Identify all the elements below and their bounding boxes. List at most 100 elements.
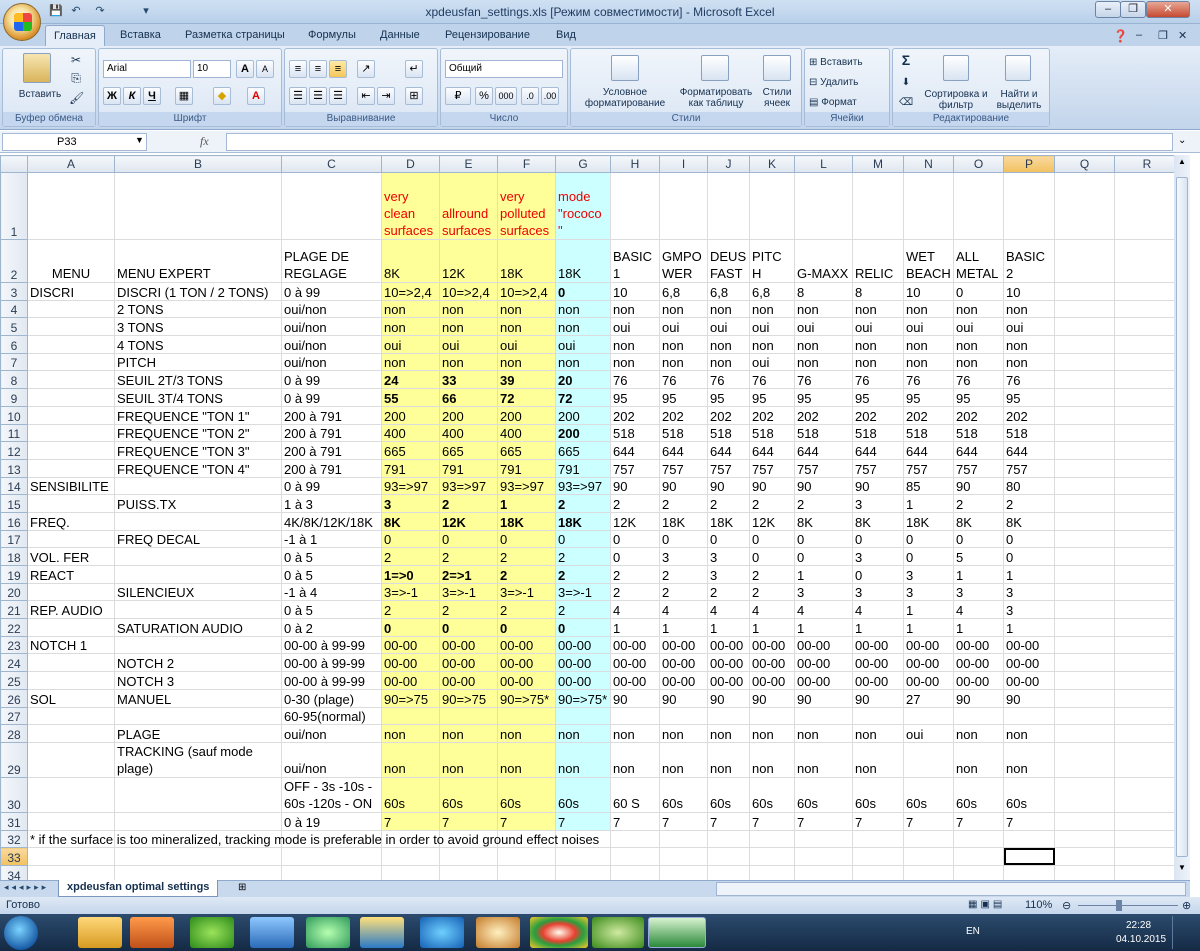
cell-n19[interactable]: 3 xyxy=(903,565,954,584)
downloader-icon[interactable] xyxy=(250,917,294,948)
cell-f8[interactable]: 39 xyxy=(497,370,556,390)
cell-e27[interactable] xyxy=(439,706,498,726)
fill-icon[interactable]: ⬇ xyxy=(899,77,913,88)
cell-r31[interactable] xyxy=(1114,811,1174,831)
cell-q4[interactable] xyxy=(1054,299,1115,319)
cell-q22[interactable] xyxy=(1054,618,1115,637)
underline-button[interactable]: Ч xyxy=(143,87,161,105)
cell-b34[interactable] xyxy=(114,864,282,880)
cell-g5[interactable]: non xyxy=(555,317,611,337)
row-header[interactable]: 22 xyxy=(0,618,28,637)
cell-p3[interactable]: 10 xyxy=(1003,282,1055,301)
cell-n34[interactable] xyxy=(903,864,954,880)
cell-n25[interactable]: 00-00 xyxy=(903,671,954,690)
cell-o8[interactable]: 76 xyxy=(953,370,1004,390)
cell-o32[interactable] xyxy=(953,829,1004,849)
cell-i30[interactable]: 60s xyxy=(659,776,708,813)
cell-p16[interactable]: 8K xyxy=(1003,511,1055,531)
cell-i26[interactable]: 90 xyxy=(659,688,708,708)
cell-o29[interactable]: non xyxy=(953,741,1004,778)
cell-o26[interactable]: 90 xyxy=(953,688,1004,708)
cell-c17[interactable]: -1 à 1 xyxy=(281,529,382,549)
zoom-level[interactable]: 110% xyxy=(1025,899,1052,911)
cell-p13[interactable]: 757 xyxy=(1003,458,1055,478)
cell-c34[interactable] xyxy=(281,864,382,880)
cell-h8[interactable]: 76 xyxy=(610,370,660,390)
cell-r25[interactable] xyxy=(1114,671,1174,690)
cell-h27[interactable] xyxy=(610,706,660,726)
cell-j12[interactable]: 644 xyxy=(707,441,750,460)
cell-c20[interactable]: -1 à 4 xyxy=(281,582,382,602)
cell-f33[interactable] xyxy=(497,847,556,866)
cell-e24[interactable]: 00-00 xyxy=(439,653,498,673)
cell-d19[interactable]: 1=>0 xyxy=(381,565,440,584)
cell-m4[interactable]: non xyxy=(852,299,904,319)
row-header[interactable]: 21 xyxy=(0,600,28,620)
cell-r17[interactable] xyxy=(1114,529,1174,549)
cell-b23[interactable] xyxy=(114,635,282,655)
cell-e2[interactable]: 12K xyxy=(439,239,498,283)
cell-n6[interactable]: non xyxy=(903,335,954,354)
cell-j14[interactable]: 90 xyxy=(707,476,750,496)
maximize-button[interactable]: ❐ xyxy=(1120,1,1146,18)
cell-b14[interactable] xyxy=(114,476,282,496)
cell-f10[interactable]: 200 xyxy=(497,405,556,425)
cell-f5[interactable]: non xyxy=(497,317,556,337)
cell-n9[interactable]: 95 xyxy=(903,388,954,407)
cell-j30[interactable]: 60s xyxy=(707,776,750,813)
cell-g20[interactable]: 3=>-1 xyxy=(555,582,611,602)
cell-b33[interactable] xyxy=(114,847,282,866)
cell-h11[interactable]: 518 xyxy=(610,423,660,443)
expand-formula-icon[interactable]: ⌄ xyxy=(1178,135,1186,146)
cell-i13[interactable]: 757 xyxy=(659,458,708,478)
worksheet-grid[interactable]: A B C D E F G H I J K L M N O P Q R 1 very clean surfaces al… xyxy=(0,155,1174,880)
utorrent-icon[interactable] xyxy=(592,917,644,948)
cell-i25[interactable]: 00-00 xyxy=(659,671,708,690)
cell-b8[interactable]: SEUIL 2T/3 TONS xyxy=(114,370,282,390)
cell-d20[interactable]: 3=>-1 xyxy=(381,582,440,602)
cell-i23[interactable]: 00-00 xyxy=(659,635,708,655)
cell-q5[interactable] xyxy=(1054,317,1115,337)
cell-c22[interactable]: 0 à 2 xyxy=(281,618,382,637)
cell-f21[interactable]: 2 xyxy=(497,600,556,620)
cell-d34[interactable] xyxy=(381,864,440,880)
cell-o1[interactable] xyxy=(953,172,1004,240)
row-header[interactable]: 24 xyxy=(0,653,28,673)
cell-j21[interactable]: 4 xyxy=(707,600,750,620)
cell-o15[interactable]: 2 xyxy=(953,494,1004,513)
thousands-button[interactable]: 000 xyxy=(495,87,517,105)
cell-d3[interactable]: 10=>2,4 xyxy=(381,282,440,301)
cell-d21[interactable]: 2 xyxy=(381,600,440,620)
cell-k27[interactable] xyxy=(749,706,795,726)
icq-icon[interactable] xyxy=(190,917,234,948)
cell-g10[interactable]: 200 xyxy=(555,405,611,425)
cell-r20[interactable] xyxy=(1114,582,1174,602)
cell-p10[interactable]: 202 xyxy=(1003,405,1055,425)
cell-g23[interactable]: 00-00 xyxy=(555,635,611,655)
cell-r23[interactable] xyxy=(1114,635,1174,655)
cell-g8[interactable]: 20 xyxy=(555,370,611,390)
cell-p9[interactable]: 95 xyxy=(1003,388,1055,407)
cell-n32[interactable] xyxy=(903,829,954,849)
cell-n12[interactable]: 644 xyxy=(903,441,954,460)
cell-f26[interactable]: 90=>75* xyxy=(497,688,556,708)
cell-l33[interactable] xyxy=(794,847,853,866)
media-player-icon[interactable] xyxy=(130,917,174,948)
cell-e17[interactable]: 0 xyxy=(439,529,498,549)
tab-insert[interactable]: Вставка xyxy=(120,29,161,41)
cell-e20[interactable]: 3=>-1 xyxy=(439,582,498,602)
cell-e10[interactable]: 200 xyxy=(439,405,498,425)
cell-r21[interactable] xyxy=(1114,600,1174,620)
cell-o33[interactable] xyxy=(953,847,1004,866)
column-header-b[interactable]: B xyxy=(114,155,282,173)
select-all-corner[interactable] xyxy=(0,155,28,173)
cell-c29[interactable]: oui/non xyxy=(281,741,382,778)
cell-m8[interactable]: 76 xyxy=(852,370,904,390)
cell-g2[interactable]: 18K xyxy=(555,239,611,283)
cell-n24[interactable]: 00-00 xyxy=(903,653,954,673)
cell-f3[interactable]: 10=>2,4 xyxy=(497,282,556,301)
cell-f2[interactable]: 18K xyxy=(497,239,556,283)
start-button[interactable] xyxy=(4,916,38,950)
cell-a11[interactable] xyxy=(27,423,115,443)
cell-a22[interactable] xyxy=(27,618,115,637)
